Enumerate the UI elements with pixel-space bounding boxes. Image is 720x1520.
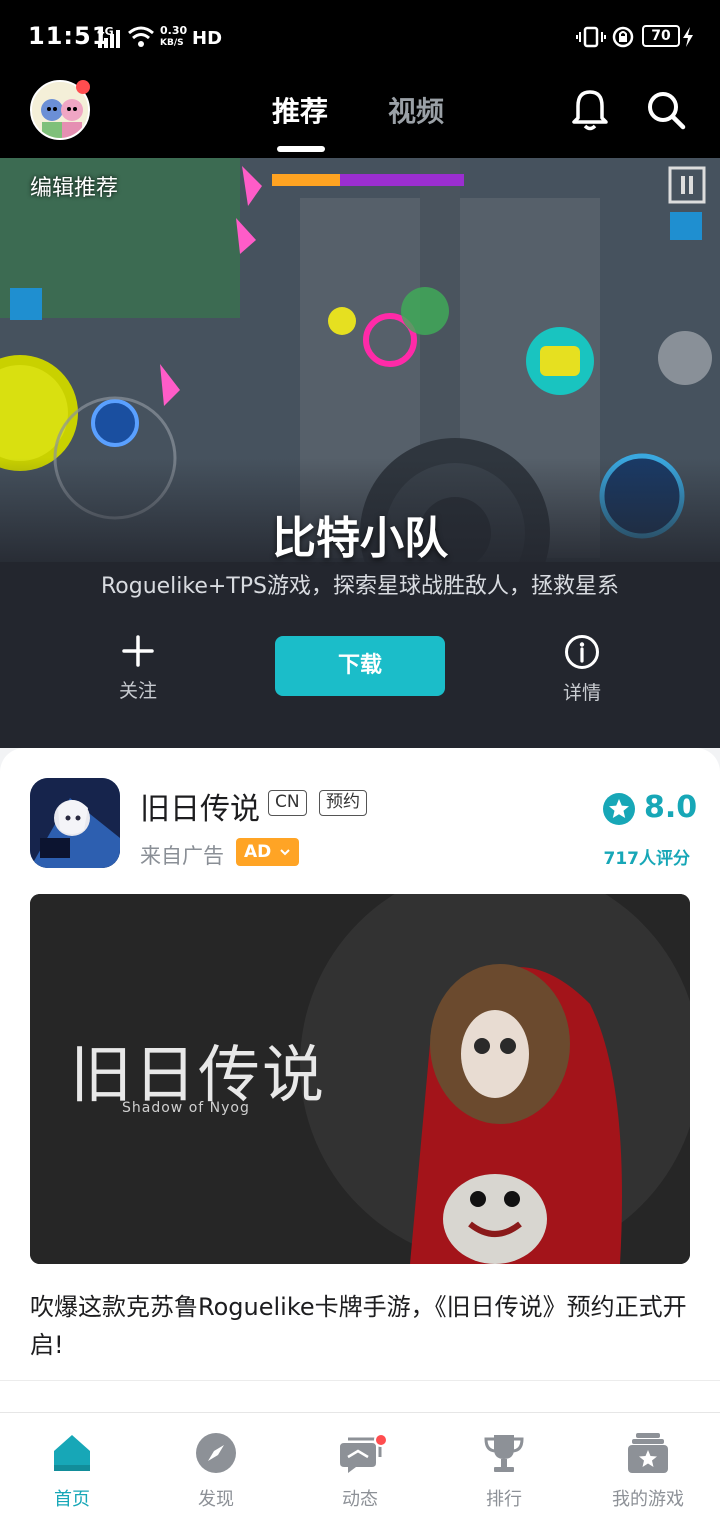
nav-ranking[interactable]: 排行: [432, 1413, 576, 1513]
info-icon: [565, 635, 599, 669]
trophy-icon: [484, 1435, 524, 1472]
nav-my-games-label: 我的游戏: [612, 1489, 684, 1510]
star-icon: [603, 793, 635, 825]
game-box-icon: [628, 1433, 668, 1473]
banner-game-description: Roguelike+TPS游戏，探索星球战胜敌人，拯救星系: [100, 574, 620, 599]
hd-indicator: HD: [192, 28, 223, 49]
lock-rotation-icon: [612, 26, 634, 48]
charging-icon: [683, 27, 693, 47]
chevron-down-icon: [280, 849, 290, 856]
search-icon[interactable]: [646, 90, 686, 130]
ad-source-label: 来自广告: [140, 844, 224, 868]
follow-button[interactable]: 关注: [88, 634, 188, 703]
nav-home[interactable]: 首页: [0, 1413, 144, 1513]
nav-feed-label: 动态: [342, 1489, 378, 1510]
tab-recommend[interactable]: 推荐: [272, 90, 328, 130]
preorder-tag: 预约: [319, 790, 367, 816]
nav-feed[interactable]: 动态: [288, 1413, 432, 1513]
signal-icon: [98, 30, 120, 48]
ad-badge[interactable]: AD: [236, 838, 300, 866]
ad-promo-image[interactable]: 旧日传说 Shadow of Nyog: [30, 894, 690, 1264]
follow-label: 关注: [118, 680, 157, 702]
tab-video[interactable]: 视频: [388, 90, 444, 130]
plus-icon: [122, 635, 154, 667]
wifi-icon: [128, 26, 154, 47]
status-bar: 11:51 4G 0.30 KB/S HD 70: [0, 0, 720, 74]
compass-icon: [196, 1433, 236, 1473]
nav-discover-label: 发现: [198, 1489, 234, 1510]
rating-count: 717人评分: [603, 849, 691, 869]
home-icon: [54, 1435, 90, 1471]
rating-score: 8.0: [644, 790, 698, 825]
nav-my-games[interactable]: 我的游戏: [576, 1413, 720, 1513]
net-speed-unit: KB/S: [160, 38, 184, 48]
ad-game-card[interactable]: 旧日传说 CN 预约 来自广告 AD 8.0 717人评分 旧日传说 Shado…: [0, 748, 720, 1380]
details-button[interactable]: 详情: [532, 634, 632, 705]
next-card-peek: [0, 1380, 720, 1412]
app-icon-art: [30, 778, 120, 868]
app-icon[interactable]: [30, 778, 120, 868]
download-button[interactable]: 下载: [275, 636, 445, 696]
avatar-notification-dot: [76, 80, 90, 94]
nav-home-label: 首页: [54, 1489, 90, 1510]
bell-icon[interactable]: [570, 88, 610, 132]
nav-ranking-label: 排行: [486, 1489, 522, 1510]
banner-game-title: 比特小队: [272, 513, 448, 564]
bottom-nav: 首页 发现 动态 排行 我的游戏: [0, 1412, 720, 1520]
battery-indicator: 70: [642, 25, 680, 47]
vibrate-icon: [576, 26, 606, 48]
featured-banner[interactable]: 编辑推荐 比特小队 Roguelike+TPS游戏，探索星球战胜敌人，拯救星系 …: [0, 158, 720, 748]
app-name[interactable]: 旧日传说: [140, 784, 260, 828]
nav-discover[interactable]: 发现: [144, 1413, 288, 1513]
ad-description[interactable]: 吹爆这款克苏鲁Roguelike卡牌手游，《旧日传说》预约正式开启!: [30, 1288, 692, 1364]
nav-feed-notification-dot: [374, 1433, 388, 1447]
details-label: 详情: [562, 682, 601, 704]
net-speed-value: 0.30: [160, 24, 188, 37]
region-tag: CN: [268, 790, 307, 816]
active-tab-indicator: [277, 146, 325, 152]
top-nav: 推荐 视频: [0, 74, 720, 158]
promo-image-subtitle: Shadow of Nyog: [122, 1100, 250, 1116]
editor-pick-label: 编辑推荐: [30, 176, 119, 201]
ad-badge-text: AD: [244, 842, 272, 862]
